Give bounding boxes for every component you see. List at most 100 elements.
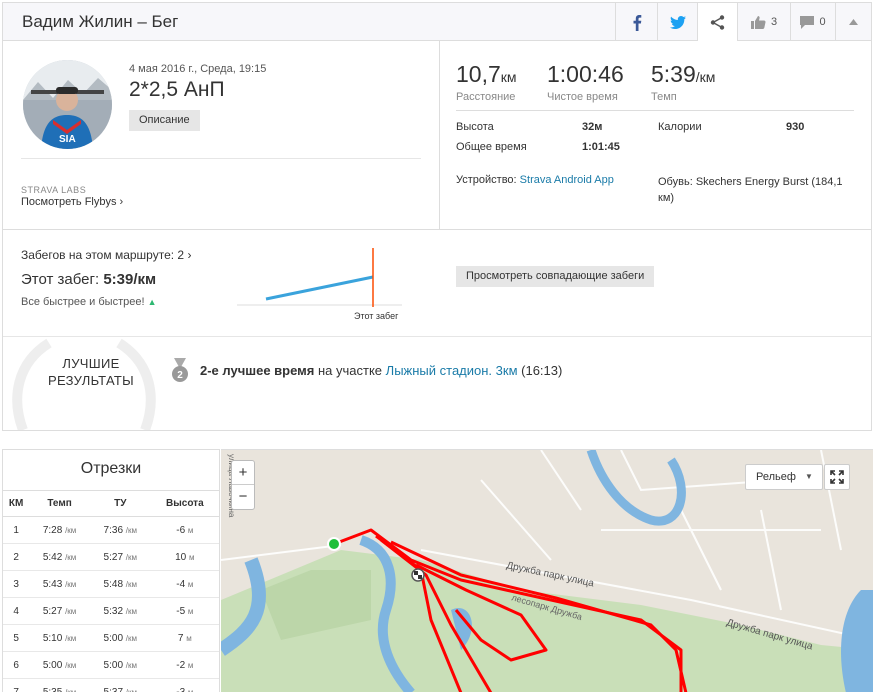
route-comparison-chart: Этот забег [237, 248, 402, 321]
splits-table: КМ Темп ТУ Высота 1 7:28 /км 7:36 /км -6 м2… [3, 490, 219, 692]
chevron-right-icon: › [187, 248, 192, 262]
elevation-value: 32м [582, 121, 603, 133]
split-pace: 5:43 /км [29, 570, 90, 598]
strava-labs-label: STRAVA LABS [21, 185, 87, 195]
activity-header: Вадим Жилин – Бег 3 0 [3, 3, 871, 41]
finish-marker [411, 568, 425, 582]
chevron-up-icon [849, 19, 858, 25]
divider [456, 110, 854, 111]
comment-icon [800, 15, 815, 29]
split-pace: 5:00 /км [29, 651, 90, 679]
device-info: Устройство: Strava Android App [456, 174, 614, 186]
split-elevation: -3 м [150, 678, 219, 692]
elevation-label: Высота [456, 121, 494, 133]
faster-text: Все быстрее и быстрее! ▲ [21, 296, 157, 308]
table-row: 4 5:27 /км 5:32 /км -5 м [3, 597, 219, 625]
split-elevation: -4 м [150, 570, 219, 598]
activity-date: 4 мая 2016 г., Среда, 19:15 [129, 63, 267, 75]
split-gap: 7:36 /км [89, 516, 151, 544]
map-layer-select[interactable]: Рельеф ▼ [745, 464, 823, 490]
split-km: 5 [3, 624, 30, 652]
pace-label: Темп [651, 91, 677, 103]
divider [3, 229, 871, 230]
this-run-pace: Этот забег: 5:39/км [21, 271, 157, 288]
split-gap: 5:00 /км [89, 651, 151, 679]
lake [841, 590, 873, 692]
split-pace: 5:42 /км [29, 543, 90, 571]
split-gap: 5:37 /км [89, 678, 151, 692]
divider [3, 336, 871, 337]
table-row: 2 5:42 /км 5:27 /км 10 м [3, 543, 219, 571]
kudos-button[interactable]: 3 [737, 3, 790, 41]
split-pace: 7:28 /км [29, 516, 90, 544]
split-km: 6 [3, 651, 30, 679]
moving-time-value: 1:00:46 [547, 61, 624, 87]
twitter-share-button[interactable] [657, 3, 697, 41]
shoes-info: Обувь: Skechers Energy Burst (184,1 км) [658, 176, 843, 204]
fullscreen-button[interactable] [824, 464, 850, 490]
split-gap: 5:00 /км [89, 624, 151, 652]
comments-button[interactable]: 0 [790, 3, 835, 41]
elapsed-time-label: Общее время [456, 141, 527, 153]
calories-label: Калории [658, 121, 702, 133]
split-gap: 5:32 /км [89, 597, 151, 625]
start-marker [327, 537, 341, 551]
share-icon [710, 14, 725, 30]
chevron-right-icon: › [119, 196, 124, 208]
expand-icon [830, 470, 844, 484]
column-header: Темп [29, 490, 90, 517]
split-km: 2 [3, 543, 30, 571]
split-pace: 5:35 /км [29, 678, 90, 692]
distance-value: 10,7км [456, 61, 517, 87]
split-elevation: -5 м [150, 597, 219, 625]
segment-link[interactable]: Лыжный стадион. 3км [386, 363, 518, 378]
street-label: Дружба парк улица [505, 559, 595, 589]
device-link[interactable]: Strava Android App [520, 174, 614, 186]
best-results-label: ЛУЧШИЕ РЕЗУЛЬТАТЫ [48, 356, 134, 388]
collapse-button[interactable] [835, 3, 871, 41]
chart-marker-label: Этот забег [354, 311, 399, 321]
share-button[interactable] [697, 3, 737, 41]
split-elevation: 7 м [150, 624, 219, 652]
avatar[interactable]: SIA [23, 60, 112, 149]
activity-name: 2*2,5 АнП [129, 78, 225, 101]
zoom-in-button[interactable]: + [232, 461, 254, 485]
zoom-control: + − [231, 460, 255, 510]
kudos-count: 3 [770, 16, 778, 28]
twitter-icon [669, 15, 686, 29]
facebook-share-button[interactable] [615, 3, 657, 41]
split-km: 4 [3, 597, 30, 625]
thumbs-up-icon [750, 16, 766, 29]
column-header: ТУ [89, 490, 151, 517]
silver-medal-icon: 2 [172, 358, 188, 382]
caret-down-icon: ▼ [805, 472, 813, 481]
table-row: 5 5:10 /км 5:00 /км 7 м [3, 624, 219, 652]
divider [21, 158, 421, 159]
calories-value: 930 [786, 121, 805, 133]
divider [439, 41, 440, 229]
activity-card: Вадим Жилин – Бег 3 0 SIA 4 мая 2016 г.,… [2, 2, 872, 431]
flybys-link-label: Посмотреть Flybys [21, 196, 117, 208]
table-header-row: КМ Темп ТУ Высота [3, 490, 219, 517]
split-pace: 5:27 /км [29, 597, 90, 625]
compare-runs-button[interactable]: Просмотреть совпадающие забеги [456, 266, 655, 287]
description-button[interactable]: Описание [129, 110, 200, 131]
splits-title: Отрезки [80, 460, 142, 477]
split-elevation: -2 м [150, 651, 219, 679]
column-header: Высота [150, 490, 219, 517]
split-km: 7 [3, 678, 30, 692]
svg-text:SIA: SIA [59, 134, 76, 145]
zoom-out-button[interactable]: − [232, 485, 254, 509]
facebook-icon [633, 14, 641, 31]
table-row: 1 7:28 /км 7:36 /км -6 м [3, 516, 219, 544]
flybys-link[interactable]: Посмотреть Flybys › [21, 196, 123, 208]
route-runs-link[interactable]: Забегов на этом маршруте: 2 › [21, 248, 191, 262]
splits-panel: Отрезки КМ Темп ТУ Высота 1 7:28 /км 7:36 … [2, 449, 220, 692]
table-row: 3 5:43 /км 5:48 /км -4 м [3, 570, 219, 598]
table-row: 7 5:35 /км 5:37 /км -3 м [3, 678, 219, 692]
moving-time-label: Чистое время [547, 91, 618, 103]
split-elevation: 10 м [150, 543, 219, 571]
best-result-text: 2-е лучшее время на участке Лыжный стади… [200, 363, 563, 378]
route-map[interactable]: Дружба парк улица Дружба парк улица лесо… [221, 449, 873, 692]
pace-value: 5:39/км [651, 61, 716, 87]
